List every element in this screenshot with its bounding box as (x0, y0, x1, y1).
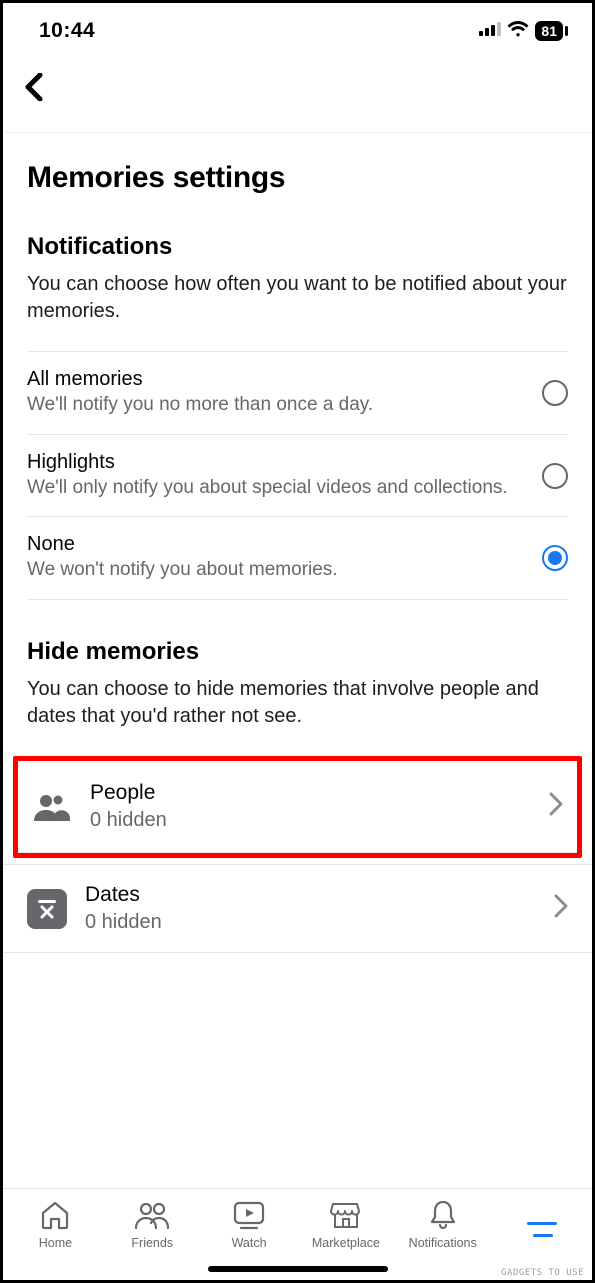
tab-notifications[interactable]: Notifications (397, 1199, 489, 1250)
radio-unchecked-icon (542, 463, 568, 489)
tab-marketplace[interactable]: Marketplace (300, 1199, 392, 1250)
option-sub: We'll notify you no more than once a day… (27, 393, 530, 418)
status-bar: 10:44 81 (3, 3, 592, 53)
hide-heading: Hide memories (27, 638, 568, 666)
status-icons: 81 (479, 21, 568, 42)
dates-icon (27, 889, 67, 929)
hide-description: You can choose to hide memories that inv… (27, 676, 568, 730)
tab-home[interactable]: Home (9, 1199, 101, 1250)
cellular-icon (479, 22, 501, 41)
tab-label: Watch (232, 1236, 267, 1250)
page-title: Memories settings (27, 161, 568, 195)
tab-label: Friends (131, 1236, 173, 1250)
people-icon (32, 787, 72, 827)
tab-label: Marketplace (312, 1236, 380, 1250)
notifications-heading: Notifications (27, 233, 568, 261)
friends-icon (134, 1199, 170, 1231)
hide-people-row[interactable]: People 0 hidden (18, 761, 577, 853)
watermark: GADGETS TO USE (501, 1268, 584, 1278)
notifications-description: You can choose how often you want to be … (27, 271, 568, 325)
tab-menu[interactable] (494, 1214, 586, 1250)
battery-icon: 81 (535, 21, 568, 41)
status-time: 10:44 (39, 19, 95, 43)
people-highlight: People 0 hidden (13, 756, 582, 858)
people-sub: 0 hidden (90, 809, 531, 832)
dates-sub: 0 hidden (85, 911, 536, 934)
option-title: None (27, 533, 530, 556)
tab-friends[interactable]: Friends (106, 1199, 198, 1250)
hide-dates-row[interactable]: Dates 0 hidden (3, 864, 592, 953)
watch-icon (232, 1199, 266, 1231)
home-indicator (208, 1266, 388, 1272)
marketplace-icon (330, 1199, 362, 1231)
option-title: All memories (27, 368, 530, 391)
chevron-right-icon (549, 792, 563, 821)
chevron-left-icon (25, 73, 43, 101)
option-none[interactable]: None We won't notify you about memories. (27, 516, 568, 600)
home-icon (39, 1199, 71, 1231)
menu-icon (525, 1220, 555, 1250)
option-sub: We'll only notify you about special vide… (27, 476, 530, 501)
tab-label: Home (39, 1236, 72, 1250)
radio-unchecked-icon (542, 380, 568, 406)
wifi-icon (507, 21, 529, 42)
nav-header (3, 53, 592, 133)
tab-watch[interactable]: Watch (203, 1199, 295, 1250)
battery-level: 81 (535, 21, 563, 41)
option-title: Highlights (27, 451, 530, 474)
option-sub: We won't notify you about memories. (27, 558, 530, 583)
dates-title: Dates (85, 883, 536, 907)
option-all-memories[interactable]: All memories We'll notify you no more th… (27, 351, 568, 434)
tab-label: Notifications (409, 1236, 477, 1250)
radio-checked-icon (542, 545, 568, 571)
option-highlights[interactable]: Highlights We'll only notify you about s… (27, 434, 568, 517)
people-title: People (90, 781, 531, 805)
bell-icon (428, 1199, 458, 1231)
back-button[interactable] (25, 88, 43, 105)
chevron-right-icon (554, 894, 568, 923)
